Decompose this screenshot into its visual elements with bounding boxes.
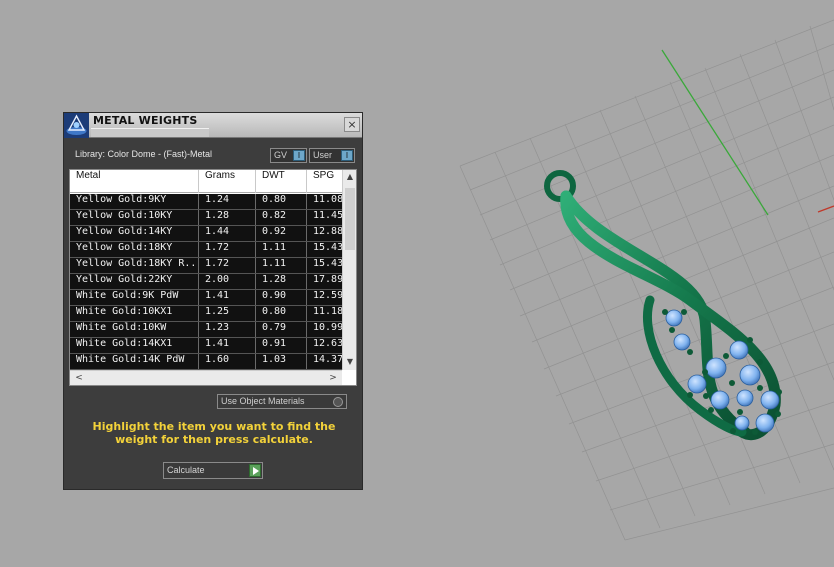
dwt-cell: 0.92	[256, 226, 307, 241]
calculate-button[interactable]: Calculate	[163, 462, 263, 479]
spg-cell: 10.99	[313, 322, 344, 333]
scroll-thumb[interactable]	[345, 188, 355, 250]
use-object-materials-label: Use Object Materials	[221, 396, 305, 406]
user-toggle-label: User	[313, 150, 333, 160]
arrow-right-icon[interactable]: >	[326, 371, 340, 385]
metal-cell: Yellow Gold:14KY	[70, 226, 199, 241]
spg-cell: 11.08	[313, 194, 344, 205]
dwt-cell: 0.80	[256, 306, 307, 321]
calculate-label: Calculate	[167, 465, 205, 475]
grams-cell: 1.23	[199, 322, 256, 337]
spg-cell: 17.89	[313, 274, 344, 285]
metal-cell: White Gold:14KX1	[70, 338, 199, 353]
panel-title: METAL WEIGHTS	[93, 114, 198, 127]
grams-cell: 2.00	[199, 274, 256, 289]
gv-toggle[interactable]: GV I	[270, 148, 307, 163]
spg-cell: 12.88	[313, 226, 344, 237]
dwt-cell: 0.91	[256, 338, 307, 353]
title-underline	[91, 128, 209, 137]
arrow-down-icon[interactable]: ▼	[343, 355, 356, 369]
metal-cell: Yellow Gold:18KY R...	[70, 258, 199, 273]
close-icon[interactable]: ×	[347, 118, 356, 131]
metal-weights-panel: METAL WEIGHTS × Library: Color Dome - (F…	[63, 112, 363, 490]
library-label: Library: Color Dome - (Fast)-Metal	[75, 149, 213, 159]
dwt-cell: 0.82	[256, 210, 307, 225]
user-toggle[interactable]: User I	[309, 148, 355, 163]
table-row[interactable]: Yellow Gold:18KY R... 1.72 1.11 15.43	[70, 258, 343, 274]
metal-cell: White Gold:10KX1	[70, 306, 199, 321]
metal-cell: Yellow Gold:9KY	[70, 194, 199, 209]
panel-titlebar[interactable]: METAL WEIGHTS ×	[64, 113, 362, 138]
table-header: Metal Grams DWT SPG	[70, 170, 342, 193]
table-row[interactable]: Yellow Gold:14KY 1.44 0.92 12.88	[70, 226, 343, 242]
pendant-model	[544, 170, 782, 441]
arrow-up-icon[interactable]: ▲	[343, 170, 356, 184]
arrow-left-icon[interactable]: <	[72, 371, 86, 385]
column-header-spg[interactable]: SPG	[307, 170, 347, 193]
table-row[interactable]: White Gold:14K PdW 1.60 1.03 14.37	[70, 354, 343, 370]
metal-cell: White Gold:14K PdW	[70, 354, 199, 369]
spg-cell: 12.63	[313, 338, 344, 349]
column-header-dwt[interactable]: DWT	[256, 170, 307, 193]
metal-cell: Yellow Gold:18KY	[70, 242, 199, 257]
close-button[interactable]: ×	[344, 117, 360, 132]
grams-cell: 1.41	[199, 290, 256, 305]
dwt-cell: 1.11	[256, 258, 307, 273]
grams-cell: 1.24	[199, 194, 256, 209]
grams-cell: 1.41	[199, 338, 256, 353]
spg-cell: 15.43	[313, 258, 344, 269]
metal-table: Metal Grams DWT SPG Yellow Gold:9KY 1.24 0…	[69, 169, 357, 386]
metal-cell: White Gold:9K PdW	[70, 290, 199, 305]
gv-toggle-label: GV	[274, 150, 288, 160]
grams-cell: 1.72	[199, 242, 256, 257]
dwt-cell: 1.11	[256, 242, 307, 257]
metal-cell: White Gold:10KW	[70, 322, 199, 337]
dwt-cell: 0.80	[256, 194, 307, 209]
toggle-knob-icon[interactable]: I	[341, 150, 353, 161]
table-row[interactable]: Yellow Gold:10KY 1.28 0.82 11.45	[70, 210, 343, 226]
table-row[interactable]: White Gold:10KX1 1.25 0.80 11.18	[70, 306, 343, 322]
vertical-scrollbar[interactable]: ▲ ▼	[342, 170, 356, 370]
grams-cell: 1.44	[199, 226, 256, 241]
table-row[interactable]: White Gold:9K PdW 1.41 0.90 12.59	[70, 290, 343, 306]
play-icon[interactable]	[249, 464, 261, 477]
table-row[interactable]: Yellow Gold:22KY 2.00 1.28 17.89	[70, 274, 343, 290]
table-row[interactable]: Yellow Gold:18KY 1.72 1.11 15.43	[70, 242, 343, 258]
use-object-materials-option[interactable]: Use Object Materials	[217, 394, 347, 409]
grams-cell: 1.28	[199, 210, 256, 225]
horizontal-scrollbar[interactable]: < >	[70, 370, 342, 385]
dwt-cell: 1.03	[256, 354, 307, 369]
dwt-cell: 0.79	[256, 322, 307, 337]
dwt-cell: 1.28	[256, 274, 307, 289]
grams-cell: 1.72	[199, 258, 256, 273]
x-axis-line	[817, 205, 834, 213]
dwt-cell: 0.90	[256, 290, 307, 305]
spg-cell: 12.59	[313, 290, 344, 301]
spg-cell: 11.18	[313, 306, 344, 317]
table-body: Yellow Gold:9KY 1.24 0.80 11.08 Yellow Gold:…	[70, 194, 343, 370]
spg-cell: 11.45	[313, 210, 344, 221]
table-row[interactable]: White Gold:10KW 1.23 0.79 10.99	[70, 322, 343, 338]
metal-cell: Yellow Gold:22KY	[70, 274, 199, 289]
table-row[interactable]: Yellow Gold:9KY 1.24 0.80 11.08	[70, 194, 343, 210]
instruction-text: Highlight the item you want to find the …	[92, 420, 336, 446]
spg-cell: 15.43	[313, 242, 344, 253]
spg-cell: 14.37	[313, 354, 344, 365]
radio-icon[interactable]	[333, 397, 343, 407]
grams-cell: 1.60	[199, 354, 256, 369]
column-header-grams[interactable]: Grams	[199, 170, 256, 193]
column-header-metal[interactable]: Metal	[70, 170, 199, 193]
metal-cell: Yellow Gold:10KY	[70, 210, 199, 225]
app-logo-icon	[64, 113, 89, 138]
grams-cell: 1.25	[199, 306, 256, 321]
table-row[interactable]: White Gold:14KX1 1.41 0.91 12.63	[70, 338, 343, 354]
toggle-knob-icon[interactable]: I	[293, 150, 305, 161]
